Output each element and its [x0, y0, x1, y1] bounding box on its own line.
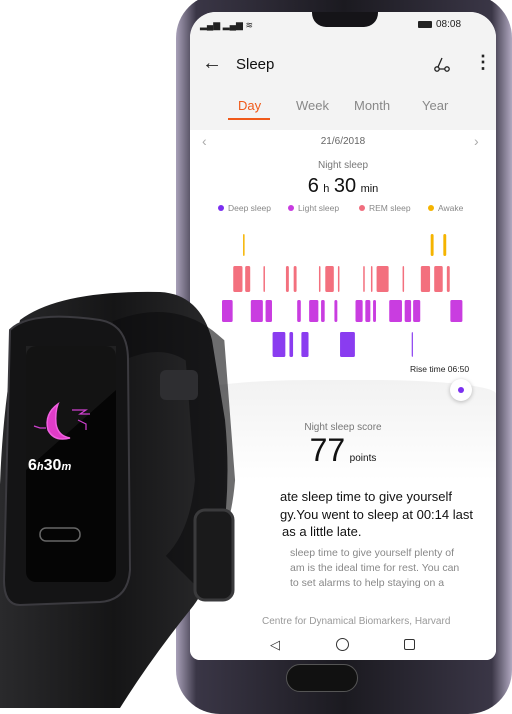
- sleep-duration: 6 h 30 min: [307, 175, 379, 197]
- legend-deep: Deep sleep: [218, 203, 271, 213]
- tab-week[interactable]: Week: [296, 98, 329, 113]
- nav-home-icon[interactable]: [336, 638, 349, 651]
- fitness-band: [0, 291, 236, 708]
- page-title: Sleep: [236, 56, 275, 73]
- sleep-segment-awake: [243, 234, 245, 256]
- nav-recents-icon[interactable]: [404, 639, 415, 650]
- camera-notch: [312, 12, 378, 27]
- sleep-segment-rem: [434, 266, 443, 292]
- sleep-segment-rem: [420, 266, 431, 292]
- legend-awake: Awake: [428, 203, 463, 213]
- back-arrow-icon[interactable]: ←: [202, 52, 222, 75]
- moon-sleep-icon: [33, 401, 90, 440]
- band-sleep-duration: 6h30m: [28, 457, 72, 474]
- sleep-segment-light: [355, 300, 363, 322]
- timeline-slider-handle[interactable]: [450, 379, 472, 401]
- sleep-segment-light: [389, 300, 402, 322]
- sleep-segment-deep: [340, 332, 355, 357]
- sleep-segment-rem: [325, 266, 334, 292]
- sleep-segment-awake: [430, 234, 434, 256]
- date-label: 21/6/2018: [320, 136, 366, 147]
- sleep-segment-rem: [370, 266, 373, 292]
- sleep-segment-rem: [446, 266, 450, 292]
- active-tab-indicator: [228, 118, 270, 120]
- tab-year[interactable]: Year: [422, 98, 448, 113]
- advice-heading: ate sleep time to give yourself gy.You we…: [280, 489, 473, 539]
- sleep-segment-light: [413, 300, 421, 322]
- advice-detail: sleep time to give yourself plenty of am …: [290, 547, 460, 589]
- sleep-segment-rem: [363, 266, 365, 292]
- sleep-segment-light: [404, 300, 412, 322]
- sleep-segment-rem: [376, 266, 389, 292]
- sleep-segment-rem: [337, 266, 340, 292]
- share-icon[interactable]: [434, 56, 450, 72]
- legend-light: Light sleep: [288, 203, 339, 213]
- sleep-segment-deep: [301, 332, 309, 357]
- sleep-segment-light: [373, 300, 376, 322]
- tab-month[interactable]: Month: [354, 98, 390, 113]
- sleep-segment-light: [334, 300, 338, 322]
- sleep-segment-deep: [411, 332, 413, 357]
- sleep-segment-light: [450, 300, 463, 322]
- sleep-segment-rem: [318, 266, 321, 292]
- rise-time-label: Rise time 06:50: [410, 364, 470, 374]
- night-sleep-label: Night sleep: [317, 160, 369, 171]
- sleep-segment-light: [321, 300, 325, 322]
- tab-day[interactable]: Day: [238, 98, 261, 113]
- sleep-segment-light: [309, 300, 319, 322]
- battery-icon: [418, 21, 432, 28]
- sleep-segment-rem: [402, 266, 405, 292]
- sleep-segment-awake: [443, 234, 447, 256]
- legend-rem: REM sleep: [359, 203, 411, 213]
- signal-icon: ▂▄▆ ▂▄▆ ≋: [200, 20, 253, 30]
- app-header: ← Sleep ⋮ Day Week Month Year: [190, 44, 496, 130]
- clock: 08:08: [436, 19, 462, 30]
- more-options-icon[interactable]: ⋮: [474, 52, 492, 73]
- sleep-segment-light: [365, 300, 371, 322]
